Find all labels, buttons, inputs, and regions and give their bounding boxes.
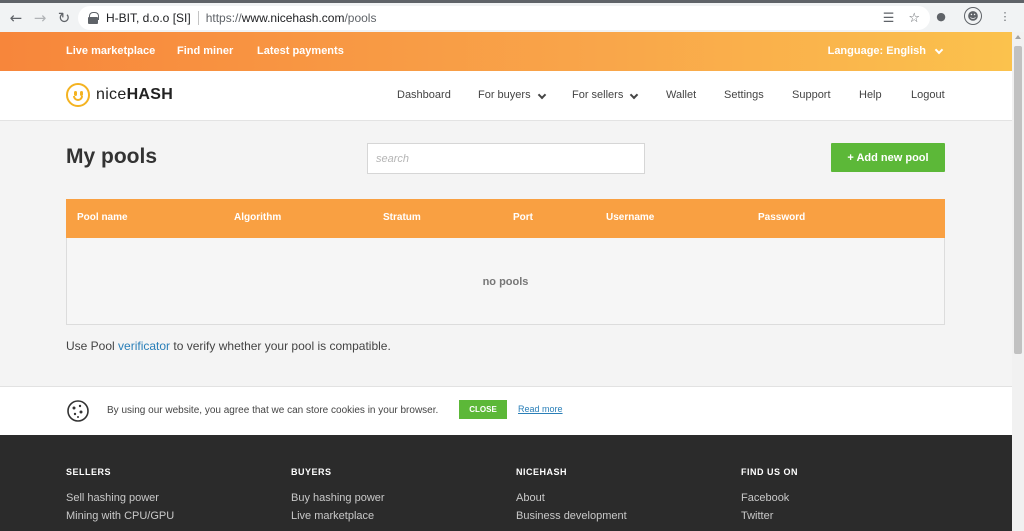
site-identity: H-BIT, d.o.o [SI] bbox=[106, 11, 191, 25]
extension-icon[interactable]: ● bbox=[932, 7, 950, 25]
topbar-link-latest-payments[interactable]: Latest payments bbox=[257, 45, 344, 57]
cookie-message: By using our website, you agree that we … bbox=[107, 405, 439, 416]
search-input[interactable] bbox=[367, 143, 645, 174]
footer-link[interactable]: About bbox=[516, 492, 627, 504]
footer-heading: FIND US ON bbox=[741, 467, 799, 477]
column-header-port[interactable]: Port bbox=[513, 212, 533, 223]
menu-dots-icon[interactable]: ⋮ bbox=[996, 7, 1014, 25]
scrollbar-thumb[interactable] bbox=[1014, 46, 1022, 354]
column-header-pool-name[interactable]: Pool name bbox=[77, 212, 128, 223]
add-new-pool-button[interactable]: + Add new pool bbox=[831, 143, 945, 172]
footer-heading: SELLERS bbox=[66, 467, 112, 477]
verify-note: Use Pool verificator to verify whether y… bbox=[66, 339, 391, 353]
column-header-stratum[interactable]: Stratum bbox=[383, 212, 421, 223]
url-host: www.nicehash.com bbox=[241, 11, 345, 25]
topbar-link-find-miner[interactable]: Find miner bbox=[177, 45, 233, 57]
reload-icon[interactable]: ↻ bbox=[52, 6, 76, 30]
lock-icon bbox=[88, 12, 99, 24]
language-label: Language: English bbox=[827, 45, 926, 57]
footer: SELLERS Sell hashing power Mining with C… bbox=[0, 435, 1012, 531]
column-header-algorithm[interactable]: Algorithm bbox=[234, 212, 281, 223]
language-selector[interactable]: Language: English bbox=[827, 45, 944, 57]
table-header: Pool name Algorithm Stratum Port Usernam… bbox=[66, 199, 945, 238]
footer-heading: BUYERS bbox=[291, 467, 332, 477]
nav-item-for-buyers[interactable]: For buyers bbox=[478, 89, 546, 101]
page-scrollbar[interactable] bbox=[1012, 32, 1024, 531]
cookie-read-more-link[interactable]: Read more bbox=[518, 404, 563, 414]
forward-arrow-icon[interactable]: → bbox=[28, 6, 52, 30]
back-arrow-icon[interactable]: ← bbox=[4, 6, 28, 30]
footer-link[interactable]: Mining with CPU/GPU bbox=[66, 510, 174, 522]
column-header-password[interactable]: Password bbox=[758, 212, 805, 223]
url-scheme: https:// bbox=[205, 11, 242, 25]
cookie-banner: By using our website, you agree that we … bbox=[0, 386, 1012, 435]
footer-link[interactable]: Facebook bbox=[741, 492, 798, 504]
footer-column-buyers: BUYERS Buy hashing power Live marketplac… bbox=[291, 467, 385, 528]
scroll-up-arrow-icon[interactable] bbox=[1015, 35, 1021, 39]
nav-item-logout[interactable]: Logout bbox=[911, 89, 945, 101]
cookie-close-button[interactable]: CLOSE bbox=[459, 400, 507, 419]
url-path: /pools bbox=[344, 11, 377, 25]
top-bar: Live marketplace Find miner Latest payme… bbox=[0, 32, 1012, 71]
address-separator bbox=[197, 11, 199, 25]
nav-item-help[interactable]: Help bbox=[859, 89, 882, 101]
chevron-down-icon bbox=[537, 90, 546, 100]
main-navigation: niceHASH Dashboard For buyers For seller… bbox=[0, 71, 1012, 121]
empty-state-text: no pools bbox=[482, 276, 529, 288]
nav-item-dashboard[interactable]: Dashboard bbox=[397, 89, 451, 101]
footer-column-find-us-on: FIND US ON Facebook Twitter bbox=[741, 467, 798, 528]
pools-table: Pool name Algorithm Stratum Port Usernam… bbox=[66, 199, 945, 325]
footer-link[interactable]: Twitter bbox=[741, 510, 798, 522]
footer-link[interactable]: Buy hashing power bbox=[291, 492, 385, 504]
topbar-link-live-marketplace[interactable]: Live marketplace bbox=[66, 45, 155, 57]
chevron-down-icon bbox=[630, 90, 639, 100]
chevron-down-icon bbox=[934, 45, 944, 54]
nav-item-wallet[interactable]: Wallet bbox=[666, 89, 696, 101]
nav-item-settings[interactable]: Settings bbox=[724, 89, 764, 101]
smiley-logo-icon bbox=[66, 83, 90, 107]
verificator-link[interactable]: verificator bbox=[118, 339, 170, 353]
translate-icon[interactable]: ☰ bbox=[883, 11, 895, 26]
footer-column-sellers: SELLERS Sell hashing power Mining with C… bbox=[66, 467, 174, 528]
footer-link[interactable]: Business development bbox=[516, 510, 627, 522]
logo-wordmark: niceHASH bbox=[96, 86, 174, 103]
nav-item-for-sellers[interactable]: For sellers bbox=[572, 89, 639, 101]
cookie-icon bbox=[67, 400, 89, 422]
bookmark-star-icon[interactable]: ☆ bbox=[908, 11, 920, 26]
footer-heading: NICEHASH bbox=[516, 467, 568, 477]
footer-link[interactable]: Live marketplace bbox=[291, 510, 385, 522]
footer-column-nicehash: NICEHASH About Business development bbox=[516, 467, 627, 528]
nicehash-logo[interactable]: niceHASH bbox=[66, 83, 173, 107]
page-title: My pools bbox=[66, 145, 158, 168]
profile-avatar-icon[interactable]: ☻ bbox=[964, 7, 982, 25]
footer-link[interactable]: Sell hashing power bbox=[66, 492, 174, 504]
browser-toolbar: ← → ↻ H-BIT, d.o.o [SI] https:// www.nic… bbox=[0, 0, 1024, 32]
column-header-username[interactable]: Username bbox=[606, 212, 654, 223]
address-bar[interactable]: H-BIT, d.o.o [SI] https:// www.nicehash.… bbox=[78, 6, 930, 30]
nav-item-support[interactable]: Support bbox=[792, 89, 831, 101]
